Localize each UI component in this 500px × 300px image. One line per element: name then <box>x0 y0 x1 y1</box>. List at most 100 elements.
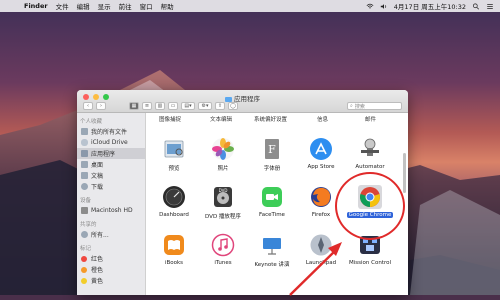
app-itunes[interactable]: iTunes <box>198 233 248 266</box>
app-name: 照片 <box>217 166 229 172</box>
menubar-clock[interactable]: 4月17日 周五上午10:32 <box>394 1 466 11</box>
preview-icon <box>162 137 186 161</box>
search-field[interactable]: ⌕ 搜索 <box>347 102 402 110</box>
sidebar-section-tags: 标记 <box>80 246 92 252</box>
sidebar-item-label: 文稿 <box>91 173 104 180</box>
app-photos[interactable]: 照片 <box>198 137 248 172</box>
sidebar-item-macintosh-hd[interactable]: Macintosh HD <box>77 205 145 216</box>
dashboard-icon <box>162 185 186 209</box>
sidebar-item-label: 红色 <box>91 256 104 263</box>
sidebar-item-label: 桌面 <box>91 162 104 169</box>
sidebar-item-all-files[interactable]: 我的所有文件 <box>77 126 145 137</box>
menu-view[interactable]: 显示 <box>98 1 111 11</box>
arrange-button[interactable]: ▤▾ <box>181 102 195 110</box>
coverflow-icon: ▭ <box>170 103 176 109</box>
share-icon: ⇪ <box>217 103 223 109</box>
app-name: 字体册 <box>263 166 281 172</box>
gear-icon: ⚙▾ <box>201 103 209 109</box>
sidebar-item-all-shared[interactable]: 所有... <box>77 229 145 240</box>
menu-help[interactable]: 帮助 <box>161 1 174 11</box>
sidebar-item-label: iCloud Drive <box>91 139 128 146</box>
sidebar-item-label: 所有... <box>91 232 109 239</box>
columns-icon: ▥ <box>157 103 163 109</box>
sidebar-item-documents[interactable]: 文稿 <box>77 170 145 181</box>
chevron-left-icon: ‹ <box>87 103 89 109</box>
automator-icon <box>358 137 382 161</box>
sidebar-item-label: 橙色 <box>91 267 104 274</box>
sidebar-section-favorites: 个人收藏 <box>80 119 103 125</box>
tag-icon: ◯ <box>230 103 236 109</box>
back-button[interactable]: ‹ <box>83 102 93 110</box>
app-automator[interactable]: Automator <box>345 137 395 170</box>
chevron-right-icon: › <box>100 103 102 109</box>
app-name: Automator <box>355 164 385 170</box>
sidebar-item-label: 下载 <box>91 184 104 191</box>
app-store-icon <box>309 137 333 161</box>
action-button[interactable]: ⚙▾ <box>198 102 212 110</box>
sidebar-item-label: 黄色 <box>91 278 104 285</box>
app-label-system-preferences[interactable]: 系统偏好设置 <box>254 115 287 123</box>
magnifier-icon: ⌕ <box>350 103 353 109</box>
grid-icon: ▦ <box>131 103 137 109</box>
vertical-scrollbar[interactable] <box>403 153 406 193</box>
sidebar-item-label: 我的所有文件 <box>91 129 128 136</box>
app-preview[interactable]: 预览 <box>149 137 199 172</box>
arrange-icon: ▤▾ <box>184 103 192 109</box>
sidebar-item-applications[interactable]: 应用程序 <box>77 148 145 159</box>
svg-text:DVD: DVD <box>219 188 228 193</box>
forward-button[interactable]: › <box>96 102 106 110</box>
sidebar-item-tag-yellow[interactable]: 黄色 <box>77 275 145 286</box>
app-label-mail[interactable]: 邮件 <box>365 115 376 123</box>
svg-text:F: F <box>268 143 276 156</box>
dvd-player-icon: DVD <box>211 185 235 209</box>
menu-app-name[interactable]: Finder <box>24 2 48 10</box>
all-files-icon <box>81 128 88 135</box>
download-icon <box>81 183 88 190</box>
sidebar-item-downloads[interactable]: 下载 <box>77 181 145 192</box>
desktop-icon <box>81 161 88 168</box>
itunes-icon <box>211 233 235 257</box>
sidebar-item-label: Macintosh HD <box>91 207 133 214</box>
list-icon[interactable] <box>486 3 494 10</box>
sidebar-item-label: 应用程序 <box>91 151 116 158</box>
applications-icon <box>81 150 88 157</box>
app-label-messages[interactable]: 信息 <box>317 115 328 123</box>
app-label-textedit[interactable]: 文本编辑 <box>210 115 232 123</box>
app-dashboard[interactable]: Dashboard <box>149 185 199 218</box>
sidebar-item-desktop[interactable]: 桌面 <box>77 159 145 170</box>
ibooks-icon <box>162 233 186 257</box>
app-ibooks[interactable]: iBooks <box>149 233 199 266</box>
menu-edit[interactable]: 编辑 <box>77 1 90 11</box>
menubar-status-area: 4月17日 周五上午10:32 <box>366 1 494 11</box>
app-dvd-player[interactable]: DVD DVD 播放程序 <box>198 185 248 220</box>
sidebar-item-icloud[interactable]: iCloud Drive <box>77 137 145 148</box>
app-name: iBooks <box>164 260 184 266</box>
list-view-button[interactable]: ≡ <box>142 102 152 110</box>
icon-view-button[interactable]: ▦ <box>129 102 139 110</box>
app-font-book[interactable]: F 字体册 <box>247 137 297 172</box>
sidebar-item-tag-red[interactable]: 红色 <box>77 253 145 264</box>
sidebar: 个人收藏 我的所有文件 iCloud Drive 应用程序 桌面 文稿 下载 设… <box>77 113 146 295</box>
tags-button[interactable]: ◯ <box>228 102 238 110</box>
menu-go[interactable]: 前往 <box>119 1 132 11</box>
yellow-tag-icon <box>81 277 87 284</box>
orange-tag-icon <box>81 266 87 273</box>
menu-window[interactable]: 窗口 <box>140 1 153 11</box>
facetime-icon <box>260 185 284 209</box>
share-button[interactable]: ⇪ <box>215 102 225 110</box>
menu-file[interactable]: 文件 <box>56 1 69 11</box>
volume-icon[interactable] <box>380 3 388 10</box>
window-titlebar: 应用程序 ‹ › ▦ ≡ ▥ ▭ ▤▾ ⚙▾ ⇪ ◯ ⌕ 搜索 <box>77 90 408 113</box>
search-icon[interactable] <box>472 2 480 10</box>
sidebar-item-tag-orange[interactable]: 橙色 <box>77 264 145 275</box>
app-app-store[interactable]: App Store <box>296 137 346 170</box>
app-label-image-capture[interactable]: 图像捕捉 <box>159 115 181 123</box>
app-facetime[interactable]: FaceTime <box>247 185 297 218</box>
app-name: FaceTime <box>259 212 285 218</box>
cover-flow-button[interactable]: ▭ <box>168 102 178 110</box>
document-icon <box>81 172 88 179</box>
menu-bar: Finder 文件 编辑 显示 前往 窗口 帮助 4月17日 周五上午10:32 <box>0 0 500 12</box>
wifi-icon[interactable] <box>366 3 374 10</box>
column-view-button[interactable]: ▥ <box>155 102 165 110</box>
partial-row-labels: 图像捕捉 文本编辑 系统偏好设置 信息 邮件 <box>146 115 408 123</box>
